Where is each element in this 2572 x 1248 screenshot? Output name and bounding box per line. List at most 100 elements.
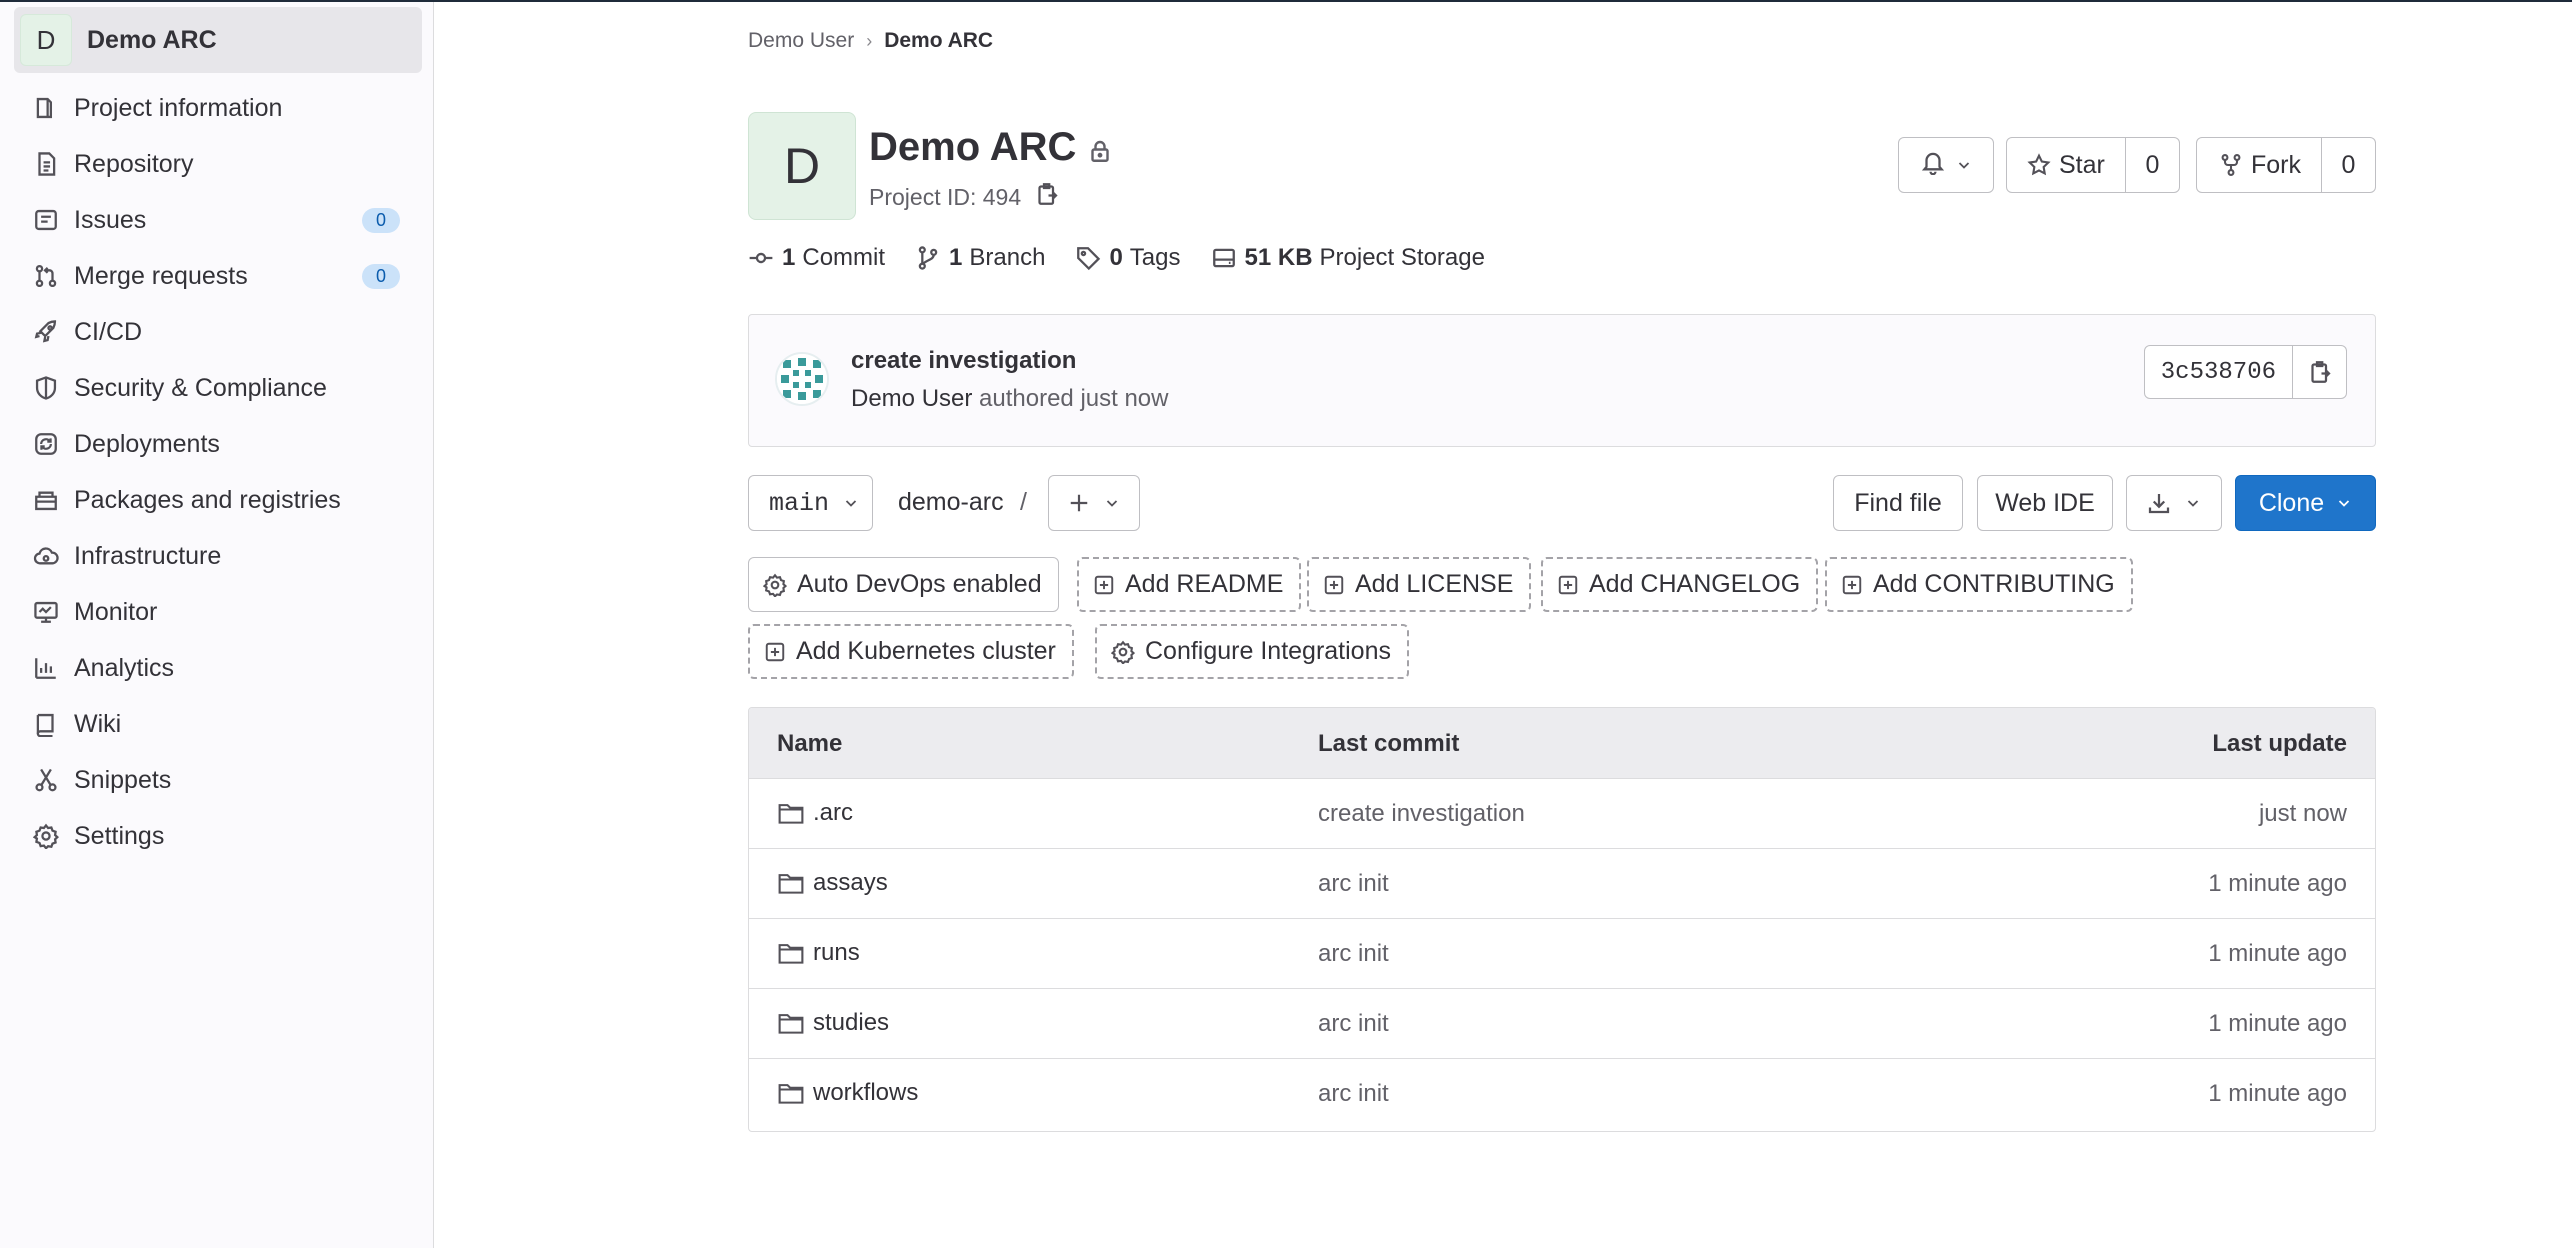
add-kubernetes-cluster-button[interactable]: Add Kubernetes cluster [748, 624, 1074, 679]
breadcrumb-separator: › [866, 30, 873, 51]
bell-icon [1920, 149, 1946, 182]
plus-icon [1068, 492, 1090, 514]
auto-devops-button[interactable]: Auto DevOps enabled [748, 557, 1059, 612]
plus-square-icon [1324, 575, 1344, 594]
table-row[interactable]: runs arc init 1 minute ago [749, 919, 2375, 989]
plus-square-icon [1094, 575, 1114, 594]
sidebar-item-snippets[interactable]: Snippets [0, 752, 434, 808]
sidebar-item-analytics[interactable]: Analytics [0, 640, 434, 696]
stat-commits[interactable]: 1 Commit [748, 244, 885, 272]
commit-author-link[interactable]: Demo User [851, 385, 972, 412]
sidebar-item-issues[interactable]: Issues 0 [0, 192, 434, 248]
chevron-down-icon [2336, 495, 2352, 511]
sidebar-item-packages-registries[interactable]: Packages and registries [0, 472, 434, 528]
stat-branches[interactable]: 1 Branch [915, 244, 1045, 272]
clone-dropdown-button[interactable]: Clone [2235, 475, 2376, 531]
branch-name: main [769, 488, 830, 518]
plus-square-icon [1842, 575, 1862, 594]
gear-icon [763, 573, 787, 597]
fork-button[interactable]: Fork [2196, 137, 2322, 193]
star-button[interactable]: Star [2006, 137, 2126, 193]
sidebar: D Demo ARC Project information Repositor… [0, 2, 434, 1248]
sidebar-item-wiki[interactable]: Wiki [0, 696, 434, 752]
add-changelog-button[interactable]: Add CHANGELOG [1541, 557, 1819, 612]
last-commit-link[interactable]: arc init [1318, 940, 1389, 968]
sidebar-item-settings[interactable]: Settings [0, 808, 434, 864]
stat-label: Project Storage [1319, 244, 1485, 271]
file-name-link[interactable]: runs [777, 939, 860, 967]
project-id: Project ID: 494 [869, 182, 1059, 212]
file-name-link[interactable]: assays [777, 869, 888, 897]
file-name-link[interactable]: studies [777, 1009, 889, 1037]
breadcrumb-parent-link[interactable]: Demo User [748, 29, 854, 53]
configure-integrations-button[interactable]: Configure Integrations [1095, 624, 1409, 679]
add-readme-button[interactable]: Add README [1077, 557, 1302, 612]
commit-sha-link[interactable]: 3c538706 [2143, 345, 2293, 399]
web-ide-button[interactable]: Web IDE [1977, 475, 2113, 531]
table-row[interactable]: studies arc init 1 minute ago [749, 989, 2375, 1059]
last-commit-link[interactable]: create investigation [1318, 800, 1525, 828]
star-label: Star [2059, 150, 2105, 179]
add-contributing-button[interactable]: Add CONTRIBUTING [1825, 557, 2133, 612]
quick-action-label: Add Kubernetes cluster [796, 637, 1056, 665]
plus-square-icon [1558, 575, 1578, 594]
file-name-link[interactable]: workflows [777, 1079, 918, 1107]
stat-label: Branch [969, 244, 1046, 271]
breadcrumb-current-link[interactable]: Demo ARC [884, 29, 993, 53]
issues-icon [30, 204, 62, 236]
sidebar-item-merge-requests[interactable]: Merge requests 0 [0, 248, 434, 304]
sidebar-item-ci-cd[interactable]: CI/CD [0, 304, 434, 360]
commit-title-link[interactable]: create investigation [851, 347, 1076, 375]
add-to-tree-dropdown[interactable] [1048, 475, 1140, 531]
page-title: Demo ARC [869, 122, 1112, 173]
sidebar-item-label: Project information [74, 93, 283, 122]
notification-settings-button[interactable] [1898, 137, 1994, 193]
fork-label: Fork [2251, 150, 2301, 179]
project-title-text: Demo ARC [869, 125, 1077, 169]
sidebar-item-security-compliance[interactable]: Security & Compliance [0, 360, 434, 416]
table-row[interactable]: workflows arc init 1 minute ago [749, 1059, 2375, 1129]
quick-action-label: Auto DevOps enabled [797, 570, 1042, 598]
sidebar-item-repository[interactable]: Repository [0, 136, 434, 192]
file-name-link[interactable]: .arc [777, 799, 853, 827]
web-ide-label: Web IDE [1995, 488, 2095, 517]
stat-label: Tags [1129, 244, 1181, 271]
fork-icon [2219, 153, 2243, 177]
fork-count[interactable]: 0 [2322, 137, 2376, 193]
download-dropdown[interactable] [2126, 475, 2222, 531]
chevron-down-icon [1956, 151, 1972, 180]
last-commit-panel: create investigation Demo User authored … [748, 314, 2376, 447]
branch-selector[interactable]: main [748, 475, 873, 531]
file-name: workflows [813, 1079, 919, 1106]
last-commit-link[interactable]: arc init [1318, 870, 1389, 898]
find-file-button[interactable]: Find file [1833, 475, 1963, 531]
file-name: studies [813, 1009, 890, 1036]
repository-icon [30, 148, 62, 180]
quick-action-label: Add CONTRIBUTING [1873, 570, 2115, 598]
author-avatar[interactable] [775, 352, 829, 406]
last-commit-link[interactable]: arc init [1318, 1080, 1389, 1108]
column-header-name: Name [777, 730, 843, 757]
monitor-icon [30, 596, 62, 628]
table-row[interactable]: .arc create investigation just now [749, 779, 2375, 849]
sidebar-item-infrastructure[interactable]: Infrastructure [0, 528, 434, 584]
sidebar-item-project-information[interactable]: Project information [0, 80, 434, 136]
add-license-button[interactable]: Add LICENSE [1307, 557, 1532, 612]
sidebar-item-monitor[interactable]: Monitor [0, 584, 434, 640]
stat-value: 1 [949, 244, 963, 271]
repo-path-link[interactable]: demo-arc [898, 488, 1004, 517]
stat-tags[interactable]: 0 Tags [1075, 244, 1181, 272]
stat-storage[interactable]: 51 KB Project Storage [1211, 244, 1485, 272]
package-icon [30, 484, 62, 516]
copy-icon [2308, 360, 2332, 384]
sidebar-item-label: Snippets [74, 765, 172, 794]
copy-sha-button[interactable] [2293, 345, 2347, 399]
table-row[interactable]: assays arc init 1 minute ago [749, 849, 2375, 919]
sidebar-project-header[interactable]: D Demo ARC [14, 7, 422, 73]
download-icon [2147, 491, 2171, 515]
star-count[interactable]: 0 [2126, 137, 2180, 193]
copy-project-id-icon[interactable] [1035, 182, 1059, 212]
last-commit-link[interactable]: arc init [1318, 1010, 1389, 1038]
last-update-time: 1 minute ago [2208, 1080, 2347, 1107]
sidebar-item-deployments[interactable]: Deployments [0, 416, 434, 472]
